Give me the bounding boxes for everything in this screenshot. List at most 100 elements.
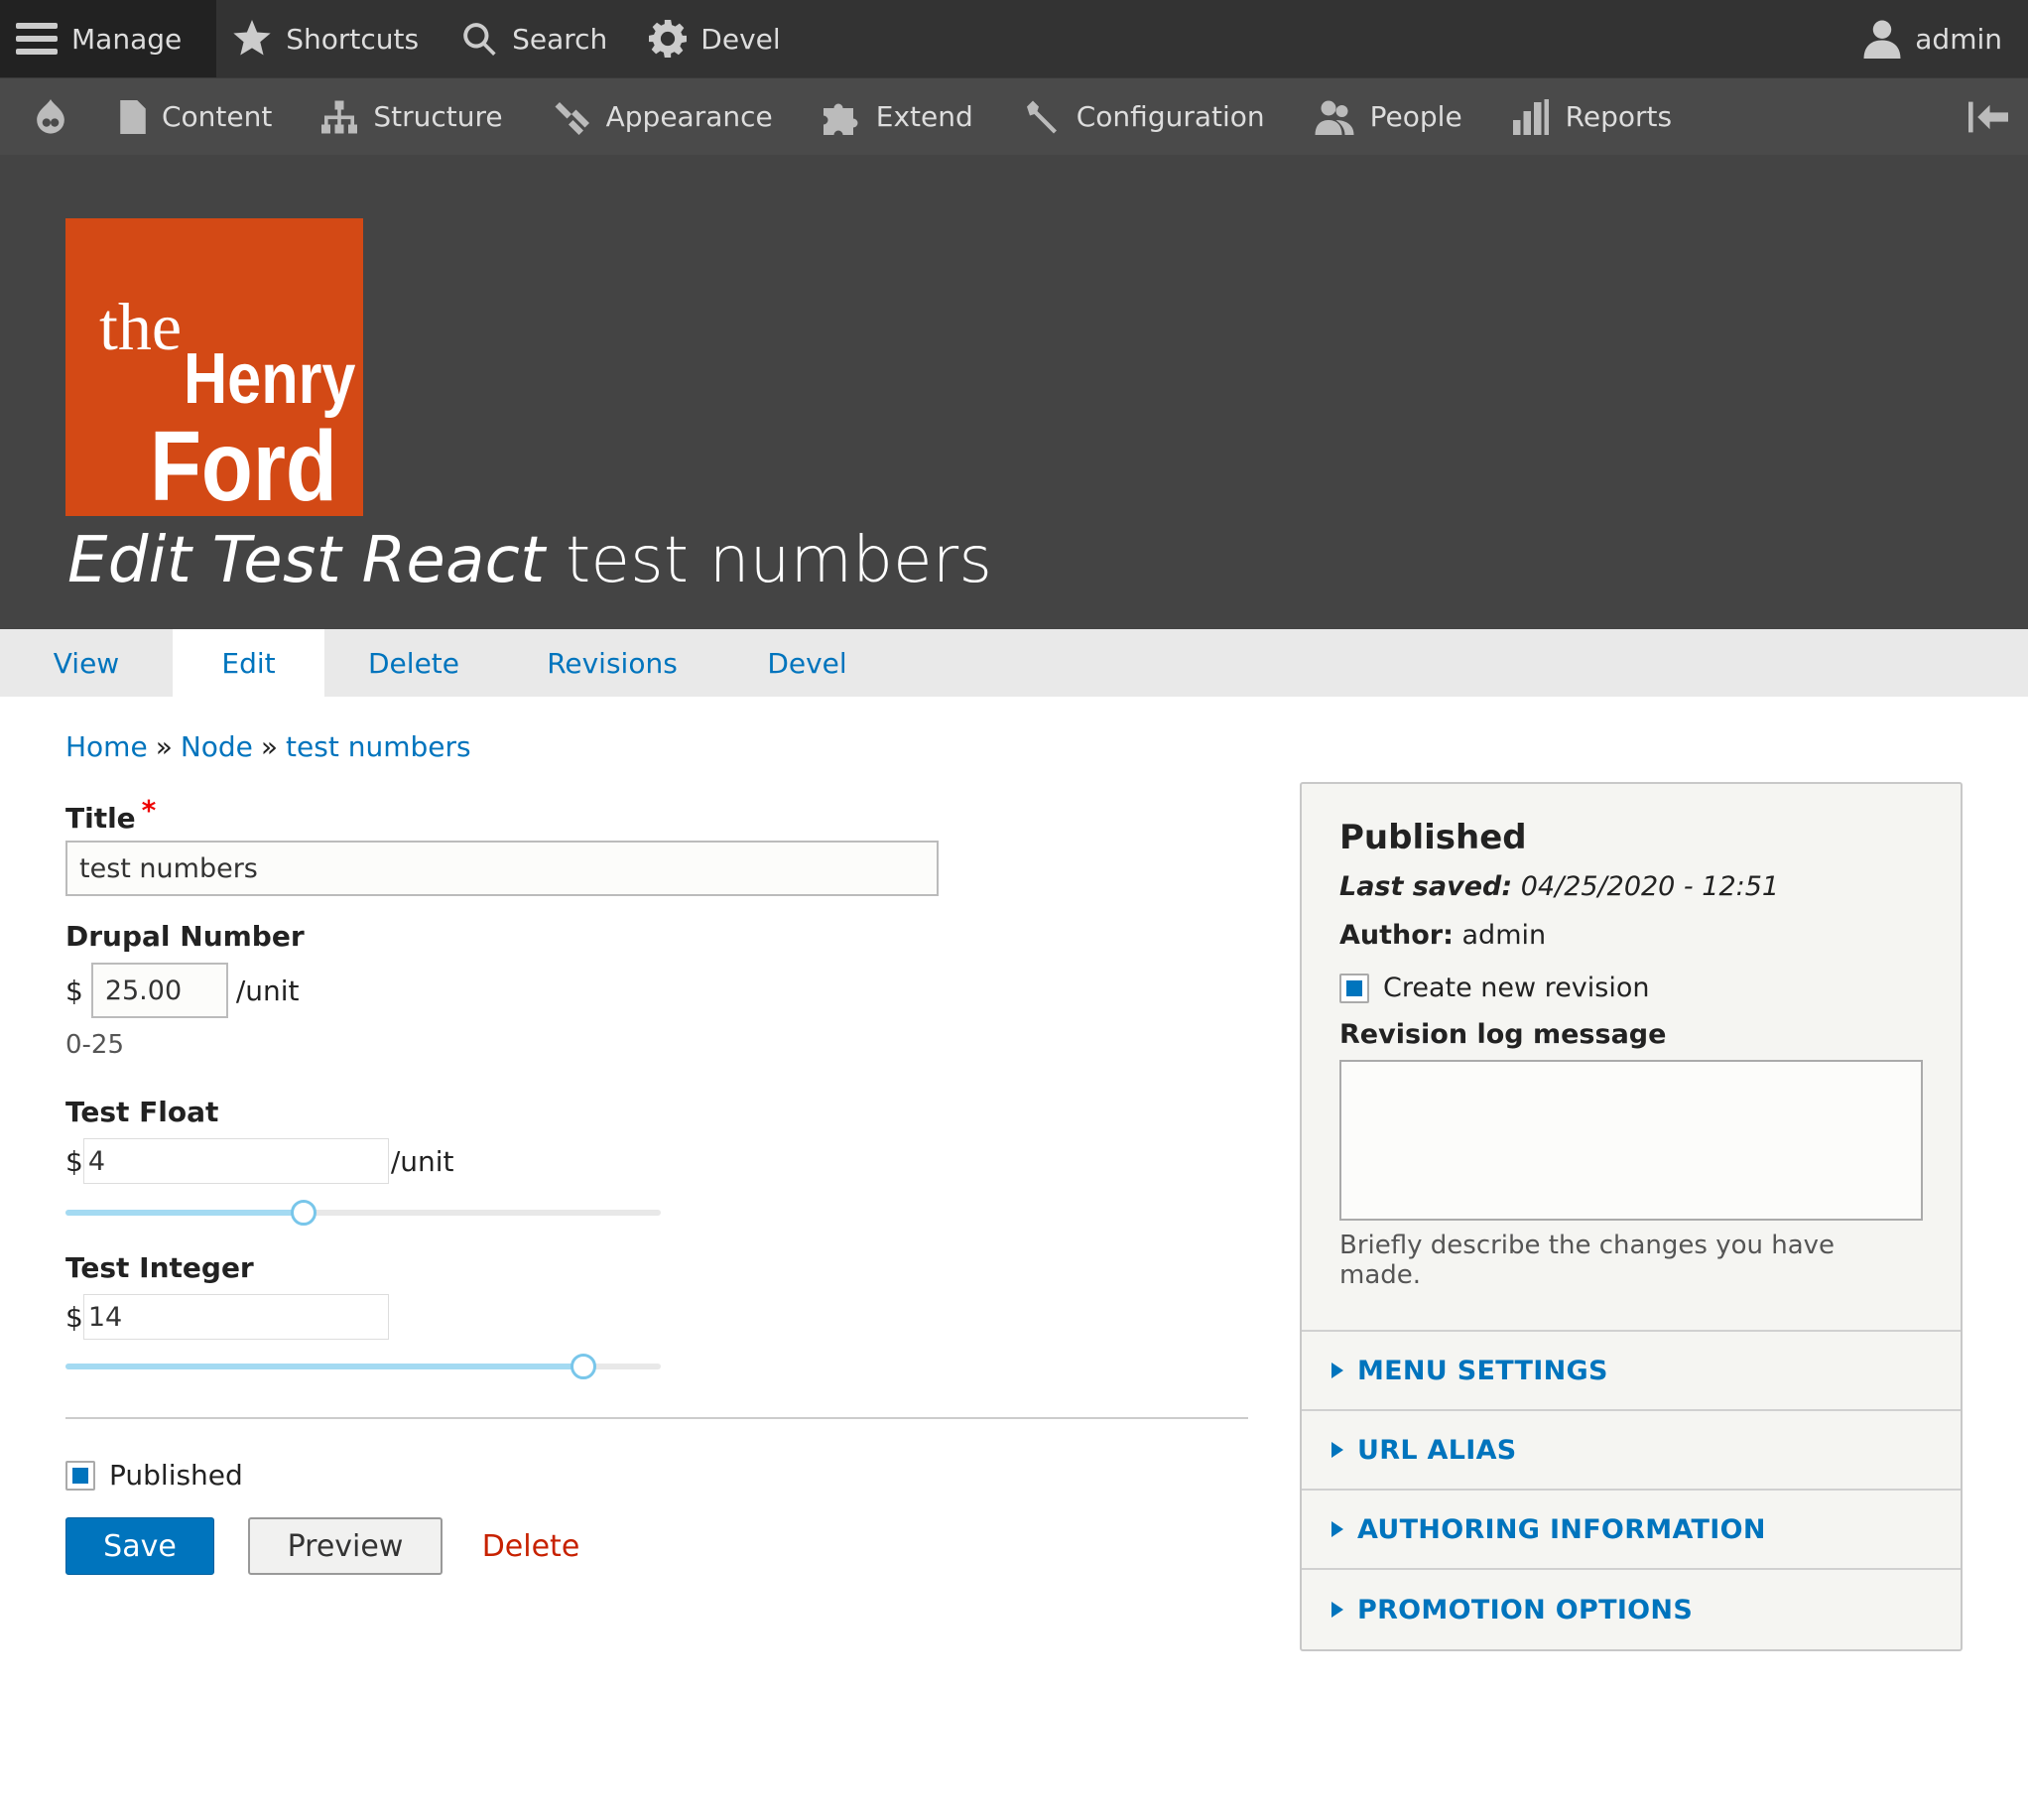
expand-triangle-icon	[1331, 1442, 1343, 1458]
page-title-bundle: Edit Test React	[67, 524, 546, 597]
node-edit-form: Title* Drupal Number $ /unit 0-25 Test F…	[65, 794, 1248, 1575]
checkbox-checked-mark	[72, 1467, 88, 1484]
menu-item-extend-label: Extend	[875, 100, 973, 133]
tab-view[interactable]: View	[0, 629, 173, 697]
breadcrumb-home[interactable]: Home	[65, 730, 148, 763]
save-button[interactable]: Save	[65, 1517, 214, 1575]
menu-item-configuration[interactable]: Configuration	[998, 78, 1290, 155]
menu-item-reports-label: Reports	[1565, 100, 1673, 133]
published-checkbox[interactable]	[65, 1460, 95, 1491]
devel-tab[interactable]: Devel	[633, 0, 806, 77]
henry-ford-logo: the Henry Ford	[99, 289, 355, 516]
authoring-information-summary: AUTHORING INFORMATION	[1357, 1513, 1766, 1545]
author-line: Author: admin	[1339, 920, 1547, 951]
drupal-number-input[interactable]	[90, 963, 228, 1018]
new-revision-checkbox[interactable]	[1339, 973, 1369, 1003]
admin-toolbar: Manage Shortcuts Search Devel admin	[0, 0, 2028, 77]
title-input[interactable]	[65, 841, 939, 896]
title-label: Title *	[65, 794, 157, 835]
tab-delete[interactable]: Delete	[324, 629, 503, 697]
collapse-arrow-icon	[1968, 101, 2008, 132]
manage-tab[interactable]: Manage	[0, 0, 217, 77]
breadcrumb-current[interactable]: test numbers	[286, 730, 471, 763]
menu-item-structure[interactable]: Structure	[297, 78, 527, 155]
breadcrumb-separator: »	[155, 730, 173, 763]
slider-thumb[interactable]	[570, 1354, 596, 1379]
menu-item-people[interactable]: People	[1290, 78, 1487, 155]
menu-item-reports[interactable]: Reports	[1487, 78, 1697, 155]
preview-button[interactable]: Preview	[248, 1517, 443, 1575]
menu-item-content[interactable]: Content	[95, 78, 297, 155]
menu-item-extend[interactable]: Extend	[798, 78, 998, 155]
slider-thumb[interactable]	[291, 1200, 317, 1226]
tab-edit[interactable]: Edit	[173, 629, 324, 697]
svg-text:Henry: Henry	[184, 339, 355, 419]
file-icon	[120, 99, 146, 134]
drupal-number-label: Drupal Number	[65, 920, 305, 953]
test-float-label: Test Float	[65, 1096, 219, 1128]
slider-fill	[65, 1364, 583, 1369]
menu-item-appearance-label: Appearance	[605, 100, 773, 133]
entity-meta-sidebar: Published Last saved: 04/25/2020 - 12:51…	[1300, 782, 1963, 1651]
wrench-icon	[1026, 100, 1057, 133]
tray-orientation-toggle[interactable]	[1944, 78, 2028, 155]
user-label: admin	[1915, 22, 2002, 56]
bar-chart-icon	[1512, 98, 1549, 135]
revision-log-description: Briefly describe the changes you have ma…	[1339, 1231, 1836, 1290]
slider-fill	[65, 1210, 304, 1216]
svg-text:the: the	[99, 289, 182, 364]
authoring-information-details[interactable]: AUTHORING INFORMATION	[1302, 1491, 1961, 1570]
drupal-number-prefix: $	[65, 974, 83, 1007]
menu-settings-details[interactable]: MENU SETTINGS	[1302, 1332, 1961, 1411]
test-float-slider[interactable]	[65, 1200, 661, 1226]
form-actions: Save Preview Delete	[65, 1517, 1248, 1575]
test-integer-slider[interactable]	[65, 1354, 661, 1379]
puzzle-icon	[823, 103, 858, 135]
drupal-home-link[interactable]	[0, 78, 95, 155]
delete-link[interactable]: Delete	[476, 1517, 585, 1575]
promotion-options-details[interactable]: PROMOTION OPTIONS	[1302, 1570, 1961, 1649]
url-alias-details[interactable]: URL ALIAS	[1302, 1411, 1961, 1491]
menu-item-people-label: People	[1369, 100, 1462, 133]
test-integer-label: Test Integer	[65, 1251, 254, 1284]
url-alias-summary: URL ALIAS	[1357, 1434, 1517, 1466]
local-tasks: View Edit Delete Revisions Devel	[0, 629, 2028, 697]
manage-label: Manage	[71, 22, 183, 56]
test-integer-field: Test Integer $	[65, 1251, 1248, 1379]
site-logo[interactable]: the Henry Ford	[65, 218, 363, 516]
revision-log-textarea[interactable]	[1339, 1060, 1923, 1221]
search-tab[interactable]: Search	[444, 0, 633, 77]
gear-icon	[649, 20, 688, 58]
shortcuts-tab[interactable]: Shortcuts	[216, 0, 444, 77]
shortcuts-label: Shortcuts	[286, 22, 420, 56]
user-tab[interactable]: admin	[1847, 0, 2028, 77]
search-icon	[463, 23, 496, 56]
published-checkbox-row[interactable]: Published	[65, 1459, 1248, 1492]
hamburger-icon	[16, 23, 58, 55]
last-saved: Last saved: 04/25/2020 - 12:51	[1339, 871, 1780, 902]
new-revision-row[interactable]: Create new revision	[1339, 973, 1923, 1003]
test-integer-input[interactable]	[82, 1294, 389, 1340]
menu-item-content-label: Content	[162, 100, 273, 133]
menu-item-structure-label: Structure	[373, 100, 503, 133]
expand-triangle-icon	[1331, 1363, 1343, 1378]
test-float-input[interactable]	[82, 1138, 389, 1184]
menu-item-appearance[interactable]: Appearance	[528, 78, 798, 155]
form-divider	[65, 1417, 1248, 1419]
breadcrumb-node[interactable]: Node	[181, 730, 253, 763]
page-header: the Henry Ford Edit Test React test numb…	[0, 155, 2028, 629]
page-title-node: test numbers	[566, 524, 993, 597]
status-heading: Published	[1339, 818, 1527, 857]
tab-devel[interactable]: Devel	[721, 629, 893, 697]
title-field: Title *	[65, 794, 1248, 896]
admin-menu-tray: Content Structure Appearance Extend Conf…	[0, 77, 2028, 155]
test-float-prefix: $	[65, 1144, 83, 1178]
people-icon	[1315, 100, 1354, 135]
new-revision-label: Create new revision	[1383, 973, 1650, 1003]
user-icon	[1863, 20, 1901, 59]
expand-triangle-icon	[1331, 1521, 1343, 1537]
promotion-options-summary: PROMOTION OPTIONS	[1357, 1594, 1694, 1625]
tab-revisions[interactable]: Revisions	[503, 629, 721, 697]
drupal-number-description: 0-25	[65, 1030, 125, 1060]
checkbox-checked-mark	[1346, 979, 1362, 996]
